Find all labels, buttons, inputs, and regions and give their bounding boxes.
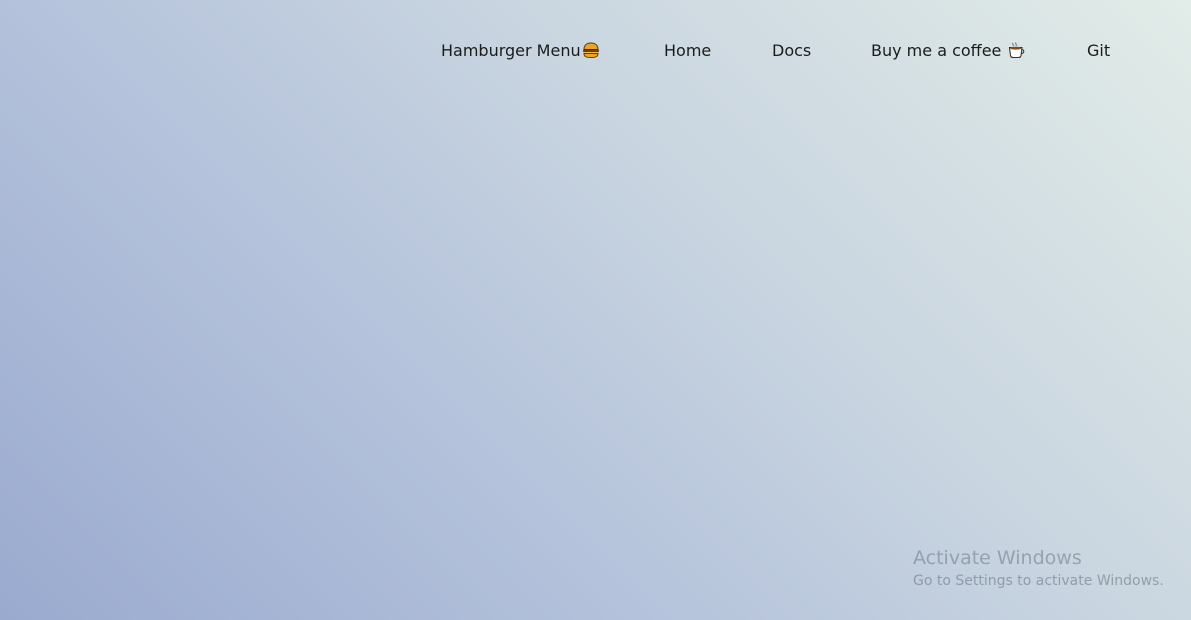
burger-icon xyxy=(582,42,599,59)
nav-link-docs[interactable]: Docs xyxy=(772,36,811,64)
top-navigation: Hamburger Menu Home Docs Buy me a coffee… xyxy=(0,36,1191,64)
nav-link-buy-me-a-coffee[interactable]: Buy me a coffee xyxy=(871,36,1025,64)
nav-link-label: Hamburger Menu xyxy=(441,40,581,60)
watermark-title: Activate Windows xyxy=(913,547,1082,569)
nav-link-label: Buy me a coffee xyxy=(871,40,1002,60)
nav-link-label: Docs xyxy=(772,40,812,60)
coffee-icon xyxy=(1009,42,1025,59)
nav-link-label: Git xyxy=(1087,40,1111,60)
nav-link-hamburger-menu[interactable]: Hamburger Menu xyxy=(441,36,600,64)
activate-windows-watermark: Activate Windows Go to Settings to activ… xyxy=(913,546,1164,591)
nav-link-home[interactable]: Home xyxy=(664,36,711,64)
watermark-subtitle: Go to Settings to activate Windows. xyxy=(913,573,1164,589)
nav-link-git[interactable]: Git xyxy=(1087,36,1110,64)
nav-link-label: Home xyxy=(664,40,712,60)
